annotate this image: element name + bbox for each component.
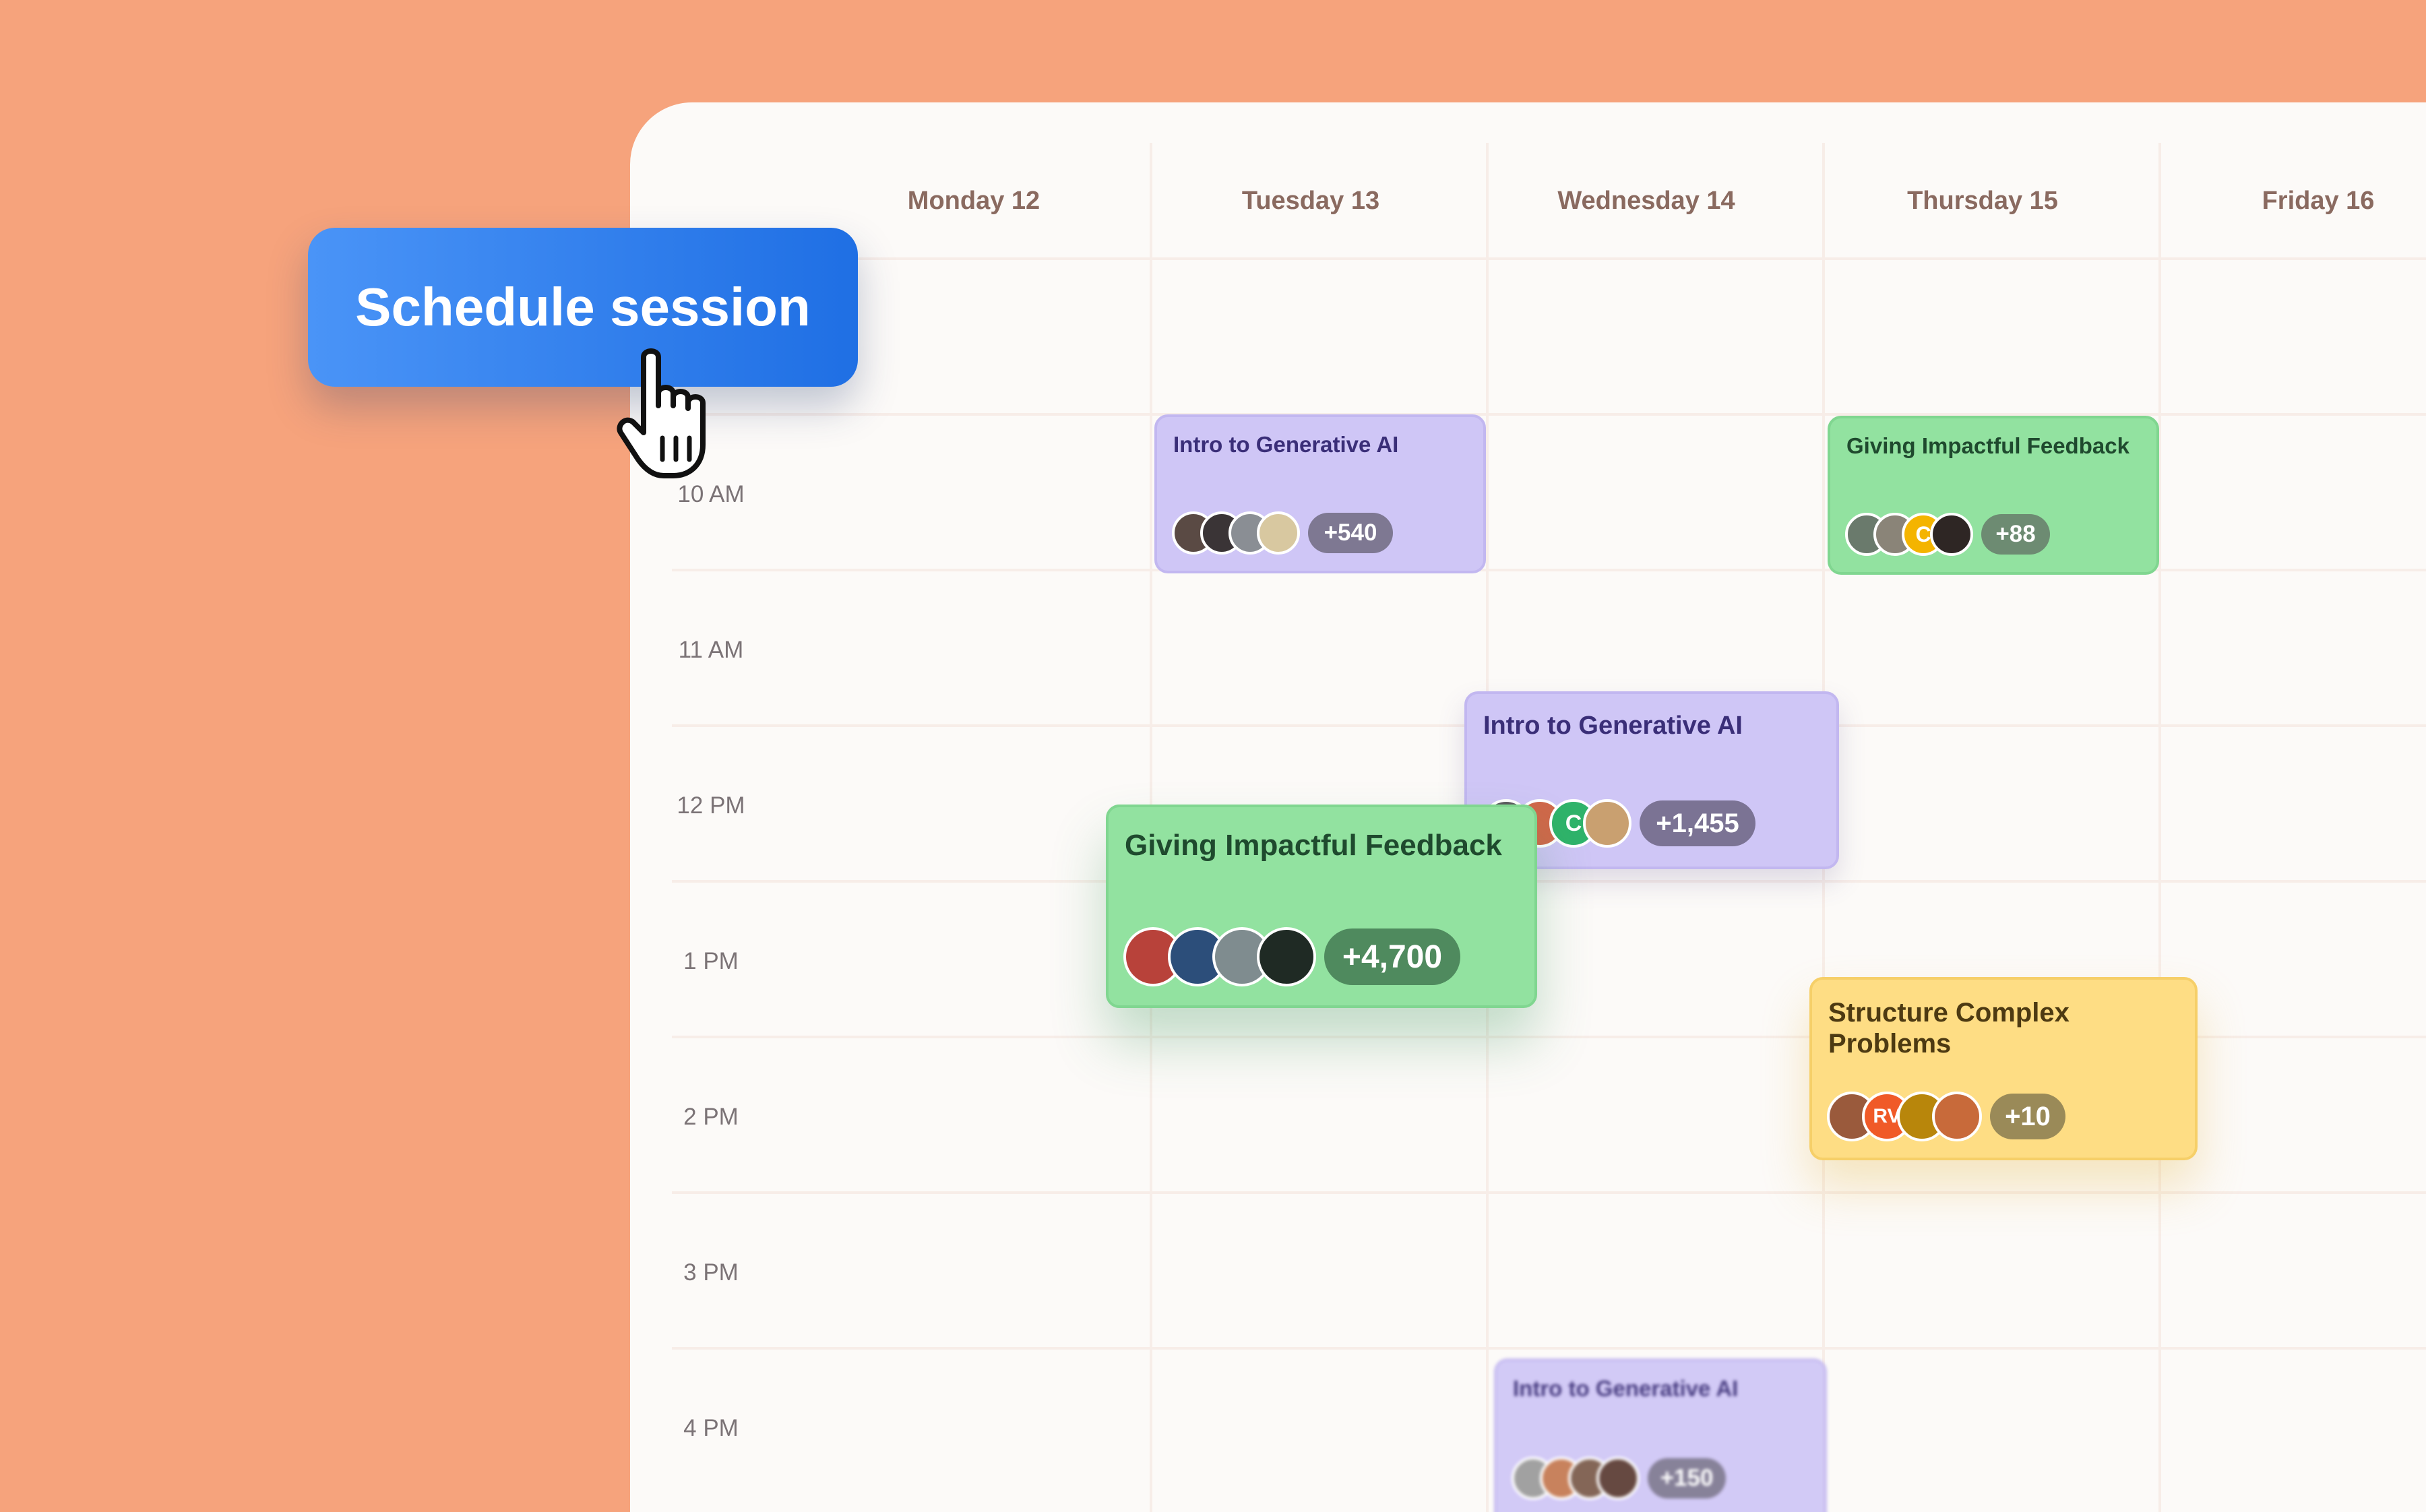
event-card[interactable]: Intro to Generative AI +150 bbox=[1494, 1358, 1827, 1512]
attendee-avatars: C +88 bbox=[1845, 513, 2050, 556]
grid-line bbox=[672, 569, 2426, 571]
hand-pointer-icon bbox=[617, 348, 706, 478]
day-header-tuesday[interactable]: Tuesday 13 bbox=[1176, 187, 1445, 220]
attendee-avatars: +540 bbox=[1172, 511, 1393, 555]
event-title: Intro to Generative AI bbox=[1513, 1376, 1739, 1401]
time-label: 12 PM bbox=[677, 792, 745, 819]
time-label: 11 AM bbox=[678, 637, 744, 663]
grid-line bbox=[672, 257, 2426, 260]
attendee-count-badge: +88 bbox=[1981, 514, 2050, 555]
time-label: 1 PM bbox=[683, 948, 739, 974]
day-header-thursday[interactable]: Thursday 15 bbox=[1848, 187, 2117, 220]
attendee-count-badge: +540 bbox=[1308, 513, 1393, 553]
avatar bbox=[1257, 511, 1300, 555]
event-card[interactable]: Intro to Generative AI +540 bbox=[1154, 414, 1486, 573]
grid-line bbox=[672, 413, 2426, 416]
day-header-wednesday[interactable]: Wednesday 14 bbox=[1512, 187, 1781, 220]
avatar bbox=[1596, 1457, 1640, 1500]
avatar bbox=[1583, 799, 1631, 848]
day-header-friday[interactable]: Friday 16 bbox=[2183, 187, 2426, 220]
avatar bbox=[1257, 927, 1316, 986]
calendar-panel: Monday 12 Tuesday 13 Wednesday 14 Thursd… bbox=[630, 102, 2426, 1512]
time-label: 2 PM bbox=[683, 1104, 739, 1130]
attendee-count-badge: +1,455 bbox=[1640, 800, 1755, 846]
time-label: 3 PM bbox=[683, 1259, 739, 1286]
attendee-avatars: +4,700 bbox=[1123, 927, 1460, 986]
event-card[interactable]: Giving Impactful Feedback C +88 bbox=[1828, 416, 2159, 575]
attendee-count-badge: +150 bbox=[1648, 1458, 1726, 1499]
event-title: Structure Complex Problems bbox=[1828, 998, 2070, 1059]
grid-line bbox=[672, 1347, 2426, 1350]
attendee-avatars: +150 bbox=[1512, 1457, 1726, 1500]
attendee-count-badge: +10 bbox=[1990, 1094, 2065, 1139]
grid-line bbox=[672, 880, 2426, 883]
avatar bbox=[1932, 1092, 1982, 1141]
grid-line bbox=[2158, 143, 2161, 1512]
attendee-avatars: RV +10 bbox=[1827, 1092, 2065, 1141]
event-card-dragging[interactable]: Giving Impactful Feedback +4,700 bbox=[1106, 805, 1537, 1008]
event-title: Giving Impactful Feedback bbox=[1125, 829, 1502, 862]
event-title: Intro to Generative AI bbox=[1173, 432, 1399, 457]
event-title: Giving Impactful Feedback bbox=[1846, 433, 2129, 458]
event-card[interactable]: Structure Complex Problems RV +10 bbox=[1809, 977, 2198, 1160]
day-header-monday[interactable]: Monday 12 bbox=[839, 187, 1109, 220]
grid-line bbox=[672, 1191, 2426, 1194]
time-label: 10 AM bbox=[677, 481, 745, 507]
attendee-count-badge: +4,700 bbox=[1324, 928, 1460, 985]
avatar bbox=[1930, 513, 1973, 556]
time-label: 4 PM bbox=[683, 1415, 739, 1441]
event-title: Intro to Generative AI bbox=[1483, 712, 1743, 740]
schedule-session-button[interactable]: Schedule session bbox=[308, 228, 858, 387]
